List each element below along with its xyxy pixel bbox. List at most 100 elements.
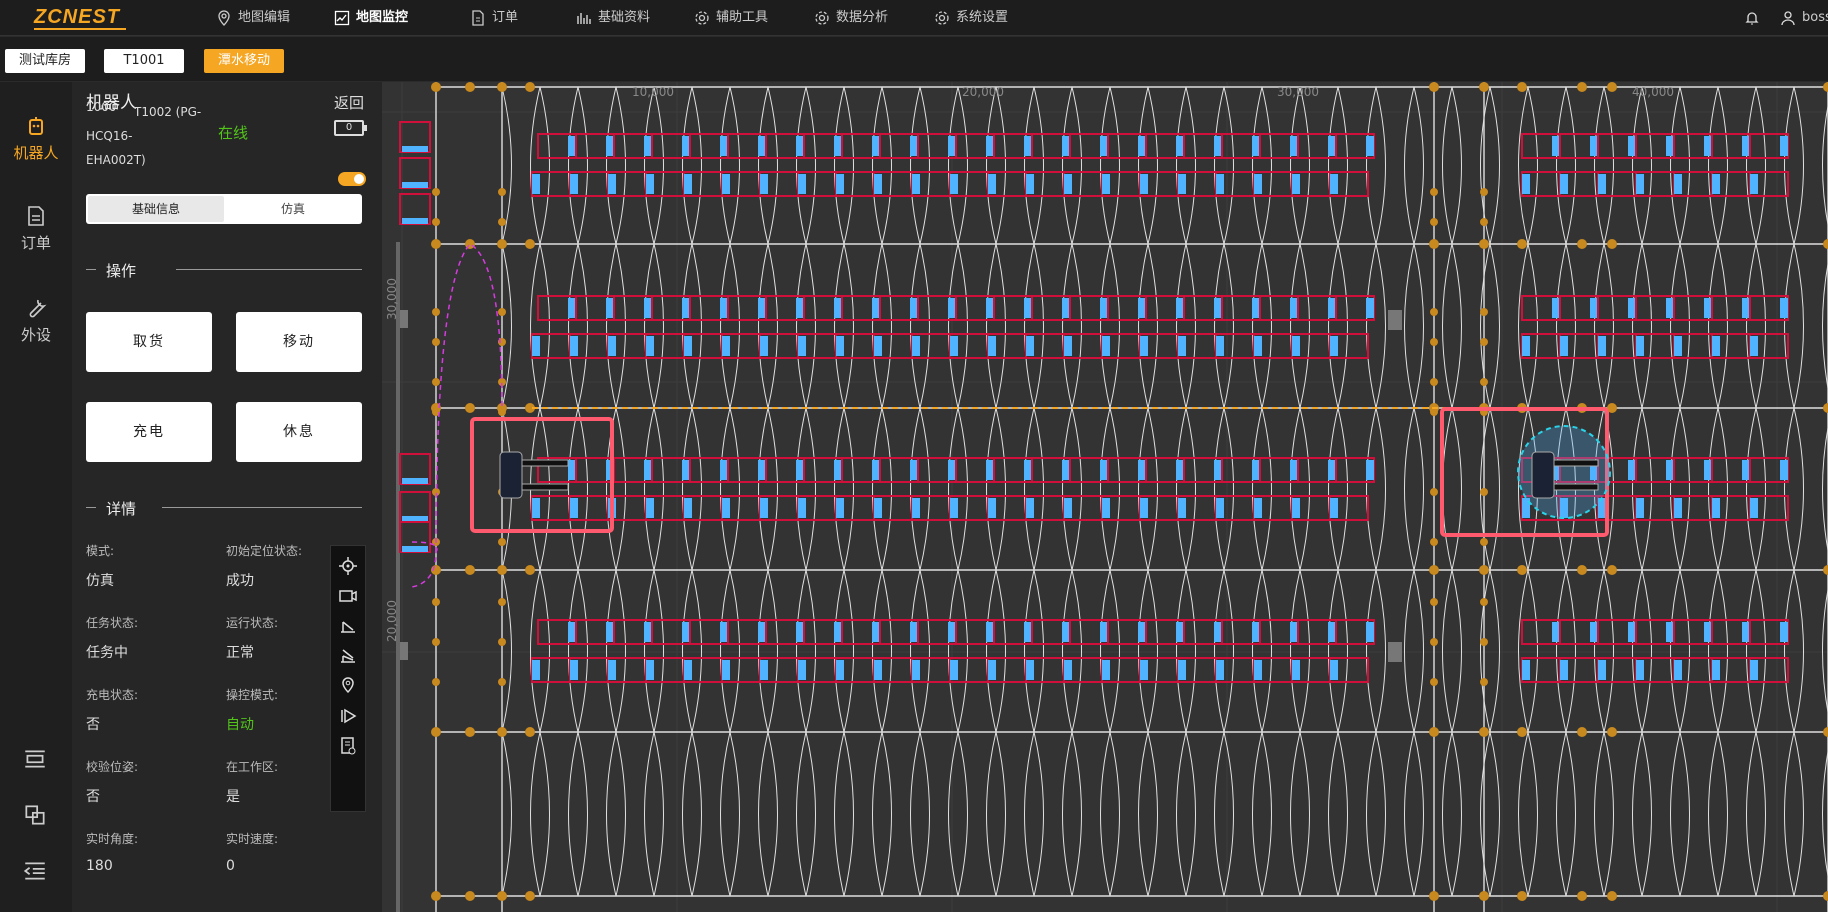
aisle-arc — [1328, 243, 1339, 409]
shelf-slot — [948, 298, 956, 318]
shelf-slot — [722, 174, 730, 194]
charge-button[interactable]: 充电 — [86, 402, 212, 462]
move-button[interactable]: 移动 — [236, 312, 362, 372]
shelf-slot — [758, 298, 766, 318]
nav-basic-data[interactable]: 基础资料 — [576, 0, 650, 36]
shelf-slot — [720, 460, 728, 480]
top-bar: ZCNEST 地图编辑 地图监控 订单 基础资料 辅助工具 数据分析 系统设置 … — [0, 0, 1828, 36]
shelf-slot — [760, 498, 768, 518]
shelf-slot — [1628, 622, 1636, 642]
forklift-down-icon[interactable] — [338, 646, 358, 666]
warehouse-selector[interactable]: 测试库房 — [5, 49, 85, 73]
aisle-arc — [1185, 731, 1196, 897]
tab-simulation[interactable]: 仿真 — [226, 196, 360, 222]
aisle-arc — [1746, 407, 1757, 571]
path-node — [498, 218, 506, 226]
shelf-slot — [836, 174, 844, 194]
aisle-arc — [1603, 731, 1614, 897]
shelf-slot — [606, 298, 614, 318]
shelf-slot — [912, 660, 920, 680]
shelf-slot — [1252, 136, 1260, 156]
aisle-arc — [1223, 569, 1234, 733]
list-view-icon[interactable] — [22, 746, 48, 772]
path-node — [1430, 408, 1438, 416]
rest-button[interactable]: 休息 — [236, 402, 362, 462]
left-nav: 机器人 订单 外设 — [0, 82, 72, 912]
pin-icon[interactable] — [338, 676, 358, 696]
aisle-arc — [1261, 243, 1272, 409]
aisle-arc — [843, 569, 854, 733]
tab-basic-info[interactable]: 基础信息 — [88, 196, 224, 222]
warehouse-map[interactable]: 10,000 20,000 30,000 40,000 30,000 20,00… — [382, 82, 1828, 912]
simulation-toggle[interactable] — [338, 172, 366, 186]
shelf-slot — [836, 498, 844, 518]
pickup-button[interactable]: 取货 — [86, 312, 212, 372]
aisle-arc — [1261, 86, 1272, 245]
nav-map-monitor[interactable]: 地图监控 — [334, 0, 408, 36]
shelf-slot — [1590, 298, 1598, 318]
report-icon[interactable] — [338, 736, 358, 756]
shelf-slot — [1636, 498, 1644, 518]
collapse-menu-icon[interactable] — [22, 858, 48, 884]
shelf-slot — [1628, 298, 1636, 318]
shelf-slot — [834, 622, 842, 642]
section-divider-ops — [86, 269, 96, 270]
path-node — [498, 638, 506, 646]
robot-selector[interactable]: T1001 — [104, 49, 184, 73]
aisle-arc — [957, 86, 968, 245]
aisle-arc — [1404, 407, 1415, 571]
shelf-slot — [948, 460, 956, 480]
user-menu[interactable]: boss — [1780, 0, 1828, 36]
shelf-slot — [1712, 336, 1720, 356]
shelf-slot — [1062, 136, 1070, 156]
shelf-slot — [1674, 498, 1682, 518]
back-link[interactable]: 返回 — [334, 92, 364, 113]
aisle-arc — [1793, 569, 1804, 733]
path-node — [1607, 82, 1617, 92]
locate-icon[interactable] — [338, 556, 358, 576]
aisle-arc — [834, 407, 845, 571]
leftnav-robot[interactable]: 机器人 — [0, 114, 72, 163]
aisle-arc — [1290, 243, 1301, 409]
forklift-up-icon[interactable] — [338, 616, 358, 636]
path-node — [432, 188, 440, 196]
shelf-slot — [568, 460, 576, 480]
shelf-slot — [1178, 498, 1186, 518]
shelf-slot — [1704, 622, 1712, 642]
aisle-arc — [1755, 243, 1766, 409]
mode-button[interactable]: 潭水移动 — [204, 49, 284, 73]
aisle-arc — [1442, 731, 1453, 897]
aisle-arc — [568, 86, 579, 245]
shelf-slot — [988, 498, 996, 518]
path-node — [1823, 403, 1828, 413]
play-icon[interactable] — [338, 706, 358, 726]
nav-system-settings[interactable]: 系统设置 — [934, 0, 1008, 36]
speed-value: 0 — [226, 858, 235, 874]
path-node — [525, 565, 535, 575]
camera-icon[interactable] — [338, 586, 358, 606]
aisle-arc — [1375, 569, 1386, 733]
leftnav-orders[interactable]: 订单 — [0, 204, 72, 253]
shelf-slot — [722, 336, 730, 356]
nav-orders[interactable]: 订单 — [470, 0, 518, 36]
shelf-slot — [1552, 622, 1560, 642]
path-node — [1823, 727, 1828, 737]
aisle-arc — [1138, 86, 1149, 245]
bell-icon[interactable] — [1744, 10, 1760, 26]
section-divider-ops-line — [176, 269, 362, 270]
aisle-arc — [530, 243, 541, 409]
nav-map-edit[interactable]: 地图编辑 — [216, 0, 290, 36]
layers-icon[interactable] — [22, 802, 48, 828]
path-node — [1517, 239, 1527, 249]
aisle-arc — [986, 407, 997, 571]
nav-aux-tools[interactable]: 辅助工具 — [694, 0, 768, 36]
map-canvas[interactable]: 10,000 20,000 30,000 40,000 30,000 20,00… — [382, 82, 1828, 912]
nav-data-analysis[interactable]: 数据分析 — [814, 0, 888, 36]
aisle-arc — [1404, 731, 1415, 897]
aisle-arc — [1413, 407, 1424, 571]
shelf-slot — [988, 336, 996, 356]
leftnav-peripherals[interactable]: 外设 — [0, 296, 72, 345]
aisle-arc — [1822, 103, 1828, 228]
shelf-slot — [1366, 136, 1374, 156]
aisle-arc — [1024, 569, 1035, 733]
